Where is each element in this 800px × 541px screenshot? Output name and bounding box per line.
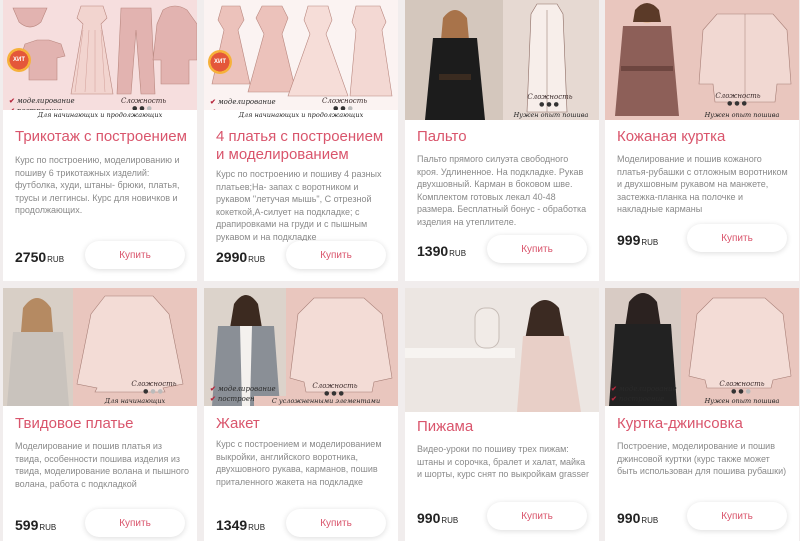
buy-button[interactable]: Купить: [687, 502, 787, 530]
audience-label: Для начинающих: [73, 396, 197, 406]
buy-button[interactable]: Купить: [286, 509, 386, 537]
product-title[interactable]: Кожаная куртка: [617, 128, 791, 146]
product-price: 990RUB: [617, 510, 659, 526]
buy-button[interactable]: Купить: [85, 241, 185, 269]
product-price: 1349RUB: [216, 517, 266, 533]
product-description: Видео-уроки по пошиву трех пижам: штаны …: [417, 444, 590, 479]
audience-label: Для начинающих и продолжающих: [204, 110, 398, 120]
product-title[interactable]: Трикотаж с построением: [15, 128, 189, 146]
product-image[interactable]: [405, 288, 599, 412]
product-card[interactable]: Сложность ●●● Нужен опыт пошива Кожаная …: [605, 0, 799, 281]
buy-button[interactable]: Купить: [85, 509, 185, 537]
product-card[interactable]: ✔ моделирование ✔ построение Сложность ●●●…: [204, 288, 398, 541]
product-card[interactable]: ✔ моделирование ✔ построение Сложность ●●●…: [605, 288, 799, 541]
product-card[interactable]: Сложность ●●● Для начинающих Твидовое пл…: [3, 288, 197, 541]
product-title[interactable]: Куртка-джинсовка: [617, 415, 791, 433]
features-label: ✔моделирование ✔построение: [611, 384, 677, 403]
product-image[interactable]: ХИТ ✔моделирование ✔построение Сложность…: [3, 0, 197, 120]
buy-button[interactable]: Купить: [286, 241, 386, 269]
product-image[interactable]: Сложность ●●● Нужен опыт пошива: [405, 0, 599, 120]
pajama-photo: [405, 288, 599, 412]
audience-label: Для начинающих и продолжающих: [3, 110, 197, 120]
buy-button[interactable]: Купить: [487, 502, 587, 530]
complexity-indicator: Сложность ●●●: [715, 92, 761, 107]
product-description: Моделирование и пошив платья из твида, о…: [15, 441, 189, 489]
product-title[interactable]: 4 платья с построением и моделированием: [216, 128, 390, 164]
product-image[interactable]: ХИТ ✔моделирование ✔построение Сложность…: [204, 0, 398, 120]
product-description: Курс по построению и пошиву 4 разных пла…: [216, 169, 382, 242]
product-price: 2990RUB: [216, 249, 266, 265]
product-card[interactable]: ХИТ ✔моделирование ✔построение Сложность…: [3, 0, 197, 281]
leather-jacket-photo-and-sketch: [605, 0, 799, 120]
product-price: 599RUB: [15, 517, 57, 533]
product-image[interactable]: Сложность ●●● Нужен опыт пошива: [605, 0, 799, 120]
product-description: Курс по построению, моделированию и поши…: [15, 155, 180, 215]
product-description: Курс с построением и моделированием выкр…: [216, 439, 382, 487]
audience-label: Нужен опыт пошива: [513, 111, 589, 119]
product-image[interactable]: ✔ моделирование ✔ построение Сложность ●●●…: [605, 288, 799, 406]
audience-label: Нужен опыт пошива: [685, 396, 799, 406]
hit-badge: ХИТ: [208, 50, 232, 74]
complexity-indicator: Сложность ●●●: [312, 382, 358, 397]
product-image[interactable]: Сложность ●●● Для начинающих: [3, 288, 197, 406]
complexity-indicator: Сложность ●●●: [131, 380, 177, 395]
product-title[interactable]: Жакет: [216, 415, 390, 433]
product-description: Построение, моделирование и пошив джинсо…: [617, 441, 787, 476]
product-description: Пальто прямого силуэта свободного кроя. …: [417, 154, 587, 227]
product-title[interactable]: Твидовое платье: [15, 415, 189, 433]
product-card[interactable]: ХИТ ✔моделирование ✔построение Сложность…: [204, 0, 398, 281]
product-price: 999RUB: [617, 232, 659, 248]
hit-badge: ХИТ: [7, 48, 31, 72]
audience-label: Нужен опыт пошива: [685, 110, 799, 120]
product-price: 2750RUB: [15, 249, 65, 265]
product-card[interactable]: Пижама Видео-уроки по пошиву трех пижам:…: [405, 288, 599, 541]
audience-label: С усложненными элементами: [254, 396, 398, 406]
complexity-indicator: Сложность ●●●: [719, 380, 765, 395]
product-description: Моделирование и пошив кожаного платья-ру…: [617, 154, 788, 214]
product-price: 1390RUB: [417, 243, 467, 259]
product-card[interactable]: Сложность ●●● Нужен опыт пошива Пальто П…: [405, 0, 599, 281]
complexity-indicator: Сложность ●●●: [527, 93, 573, 108]
product-title[interactable]: Пижама: [417, 418, 591, 436]
buy-button[interactable]: Купить: [487, 235, 587, 263]
product-image[interactable]: ✔ моделирование ✔ построение Сложность ●●●…: [204, 288, 398, 406]
product-title[interactable]: Пальто: [417, 128, 591, 146]
product-price: 990RUB: [417, 510, 459, 526]
buy-button[interactable]: Купить: [687, 224, 787, 252]
